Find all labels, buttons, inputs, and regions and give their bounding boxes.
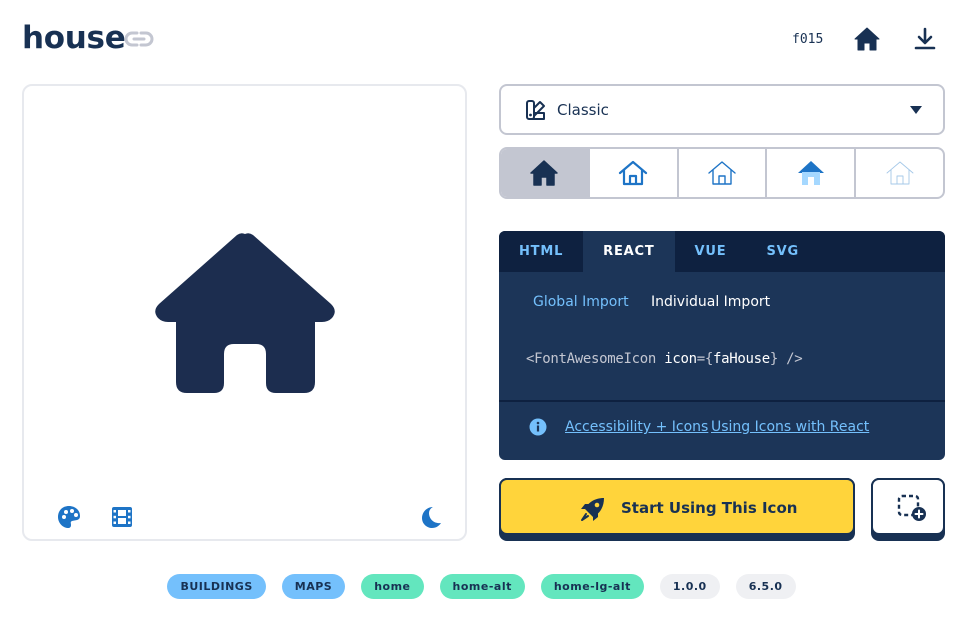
palette-icon[interactable] <box>56 504 82 530</box>
version-tag-1-0-0: 1.0.0 <box>659 574 720 599</box>
category-tag-buildings[interactable]: BUILDINGS <box>167 574 266 599</box>
icon-preview <box>22 84 467 541</box>
accessibility-link[interactable]: Accessibility + Icons <box>565 419 708 435</box>
add-to-kit-button-face <box>871 478 945 535</box>
tab-svg[interactable]: SVG <box>746 231 819 272</box>
style-dropdown[interactable]: Classic <box>499 84 945 135</box>
house-thin-icon <box>886 161 914 185</box>
code-snippet-panel: HTML REACT VUE SVG Global Import Individ… <box>499 231 945 460</box>
start-using-button-label: Start Using This Icon <box>621 499 798 517</box>
code-snippet[interactable]: <FontAwesomeIcon icon={faHouse} /> <box>526 351 803 367</box>
house-regular-icon <box>619 160 648 186</box>
swatchbook-icon <box>526 100 545 120</box>
family-light[interactable] <box>679 149 768 197</box>
sub-tab-global-import[interactable]: Global Import <box>533 294 629 310</box>
rocket-icon <box>581 498 604 521</box>
code-tab-bar: HTML REACT VUE SVG <box>499 231 945 272</box>
page-title: house <box>22 20 126 56</box>
code-tag-open: <FontAwesomeIcon <box>526 351 665 367</box>
unicode-value[interactable]: f015 <box>792 32 823 47</box>
family-regular[interactable] <box>590 149 679 197</box>
alias-tag-home[interactable]: home <box>361 574 424 599</box>
code-value: faHouse <box>713 351 770 367</box>
code-attr: icon <box>664 351 697 367</box>
family-duotone[interactable] <box>767 149 857 197</box>
code-brace-close: } <box>769 351 779 367</box>
house-icon[interactable] <box>854 27 880 51</box>
code-divider <box>499 400 945 402</box>
film-icon[interactable] <box>109 504 135 530</box>
link-icon[interactable] <box>124 28 154 50</box>
start-using-button[interactable]: Start Using This Icon <box>499 478 855 541</box>
tab-html[interactable]: HTML <box>499 231 583 272</box>
family-selector <box>499 147 945 199</box>
alias-tag-home-alt[interactable]: home-alt <box>439 574 525 599</box>
info-icon <box>529 418 547 436</box>
code-brace-open: { <box>704 351 713 367</box>
square-dashed-plus-icon <box>897 494 926 521</box>
sub-tab-individual-import[interactable]: Individual Import <box>651 294 770 310</box>
house-solid-icon <box>530 160 559 186</box>
version-tag-6-5-0: 6.5.0 <box>735 574 796 599</box>
house-duotone-icon <box>797 161 824 185</box>
code-tag-close: /> <box>778 351 803 367</box>
import-type-tabs: Global Import Individual Import <box>533 294 788 310</box>
react-docs-link[interactable]: Using Icons with React <box>711 419 869 435</box>
family-thin[interactable] <box>856 149 943 197</box>
tab-vue[interactable]: VUE <box>675 231 747 272</box>
icon-tags: BUILDINGS MAPS home home-alt home-lg-alt… <box>0 574 959 599</box>
style-dropdown-value: Classic <box>557 101 609 119</box>
house-icon <box>155 233 335 393</box>
add-to-kit-button[interactable] <box>871 478 945 541</box>
moon-icon[interactable] <box>418 504 444 530</box>
caret-down-icon <box>910 106 922 114</box>
code-eq: = <box>696 351 705 367</box>
house-light-icon <box>708 161 736 185</box>
download-icon[interactable] <box>913 27 937 51</box>
family-solid[interactable] <box>501 149 590 197</box>
start-using-button-face: Start Using This Icon <box>499 478 855 535</box>
tab-react[interactable]: REACT <box>583 231 675 272</box>
alias-tag-home-lg-alt[interactable]: home-lg-alt <box>540 574 644 599</box>
category-tag-maps[interactable]: MAPS <box>281 574 346 599</box>
